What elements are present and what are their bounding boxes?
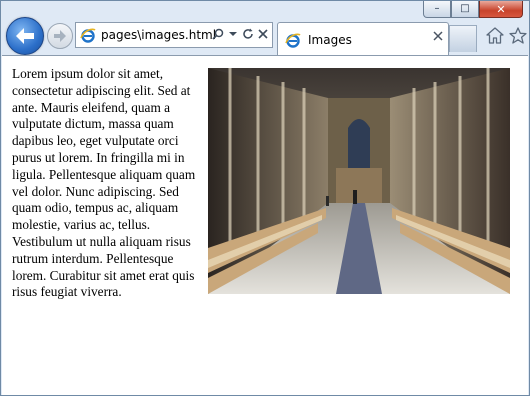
cathedral-nave-image	[208, 68, 510, 294]
browser-window: – □ ✕ pages\images.html Images Lorem ips…	[0, 0, 530, 396]
home-button[interactable]	[485, 25, 505, 45]
close-icon: ✕	[496, 2, 506, 16]
minimize-icon: –	[434, 3, 440, 14]
tab-title: Images	[308, 32, 352, 47]
page-content: Lorem ipsum dolor sit amet, consectetur …	[2, 55, 528, 395]
search-icon[interactable]	[211, 26, 225, 42]
tab-images[interactable]: Images	[277, 22, 449, 56]
favorites-star-icon	[509, 26, 527, 44]
navigation-bar: pages\images.html Images	[1, 15, 529, 56]
home-icon	[486, 26, 504, 44]
forward-button[interactable]	[47, 23, 73, 49]
address-bar[interactable]: pages\images.html	[75, 22, 273, 48]
tab-close-icon[interactable]	[433, 30, 443, 45]
forward-arrow-icon	[54, 30, 66, 42]
back-arrow-icon	[16, 28, 34, 44]
maximize-icon: □	[460, 3, 470, 14]
dropdown-icon[interactable]	[226, 26, 240, 42]
article: Lorem ipsum dolor sit amet, consectetur …	[12, 66, 522, 301]
favorites-button[interactable]	[508, 25, 528, 45]
address-bar-actions	[211, 26, 270, 42]
ie-favicon-icon	[284, 31, 302, 49]
refresh-icon[interactable]	[241, 26, 255, 42]
back-button[interactable]	[6, 17, 44, 55]
article-text: Lorem ipsum dolor sit amet, consectetur …	[12, 66, 196, 300]
stop-icon[interactable]	[256, 26, 270, 42]
ie-favicon-icon	[79, 26, 97, 44]
address-text: pages\images.html	[101, 28, 217, 42]
new-tab-button[interactable]	[449, 25, 477, 52]
